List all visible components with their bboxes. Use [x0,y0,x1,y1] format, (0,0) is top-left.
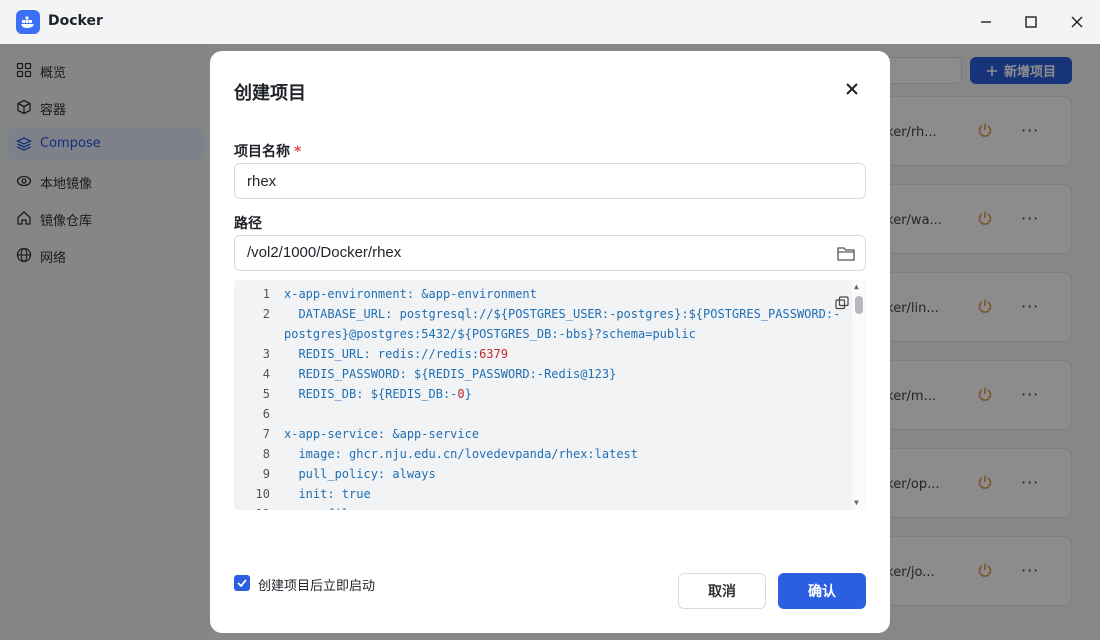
auto-start-checkbox[interactable] [234,575,250,591]
line-number: 5 [262,387,270,401]
code-text-segment: pull_policy: always [284,467,436,481]
line-number: 9 [262,467,270,481]
code-text-segment: postgres}@postgres:5432/${POSTGRES_DB:-b… [284,327,696,341]
code-text-segment: init: true [284,487,371,501]
compose-code-editor[interactable]: 1 x-app-environment: &app-environment 2 DA… [234,280,866,510]
line-number: 6 [262,407,270,421]
code-text: postgres}@postgres:5432/${POSTGRES_DB:-b… [284,324,696,344]
app-title: Docker [48,13,103,29]
check-icon [237,579,247,587]
scrollbar-thumb[interactable] [855,296,863,314]
code-text-segment: env_file: [284,507,363,510]
project-name-input[interactable] [234,163,866,199]
code-text: x-app-environment: &app-environment [284,284,537,304]
copy-icon[interactable] [835,296,849,310]
line-number: 4 [262,367,270,381]
code-text: init: true [284,484,371,504]
code-text: image: ghcr.nju.edu.cn/lovedevpanda/rhex… [284,444,638,464]
line-number: 7 [262,427,270,441]
code-text-segment: x-app-service: &app-service [284,427,480,441]
create-project-dialog: 创建项目 项目名称* 路径 /vol2/1000/Docker/rhex 1 x-… [210,51,890,633]
close-icon[interactable] [842,79,862,99]
scroll-down-icon[interactable]: ▼ [854,498,859,507]
code-text: REDIS_PASSWORD: ${REDIS_PASSWORD:-Redis@… [284,364,616,384]
minimize-icon[interactable] [976,12,996,32]
project-name-label: 项目名称 * [234,141,301,161]
line-number: 8 [262,447,270,461]
editor-scrollbar[interactable] [852,280,866,510]
code-number: 0 [457,387,465,401]
code-text: REDIS_DB: ${REDIS_DB:-0} [284,384,472,404]
code-text: pull_policy: always [284,464,436,484]
code-text: env_file: [284,504,363,510]
project-name-label-text: 项目名称 [234,144,290,160]
code-text: x-app-service: &app-service [284,424,479,444]
title-bar: Docker [0,0,1100,44]
folder-icon[interactable] [837,245,855,261]
line-number: 2 [262,307,270,321]
cancel-button[interactable]: 取消 [678,573,766,609]
path-field[interactable]: /vol2/1000/Docker/rhex [234,235,866,271]
code-text: DATABASE_URL: postgresql://${POSTGRES_US… [284,304,840,324]
code-text-segment: image: ghcr.nju.edu.cn/lovedevpanda/rhex… [284,447,639,461]
path-label: 路径 [234,216,262,232]
line-number: 11 [234,504,270,510]
line-number: 10 [255,487,270,501]
close-window-icon[interactable] [1067,12,1087,32]
maximize-icon[interactable] [1021,12,1041,32]
code-text-segment: REDIS_PASSWORD: ${REDIS_PASSWORD:-Redis@… [284,367,617,381]
line-number: 3 [262,347,270,361]
scroll-up-icon[interactable]: ▲ [854,282,859,291]
path-value: /vol2/1000/Docker/rhex [247,244,402,261]
required-mark: * [294,144,302,160]
confirm-button[interactable]: 确认 [778,573,866,609]
code-text-segment: DATABASE_URL: postgresql://${POSTGRES_US… [284,307,841,321]
code-text-segment: } [464,387,472,401]
code-text-segment: REDIS_URL: redis://redis: [284,347,480,361]
auto-start-label: 创建项目后立即启动 [258,579,376,594]
code-text-segment: x-app-environment: &app-environment [284,287,537,301]
dialog-title: 创建项目 [234,83,306,104]
code-text-segment: REDIS_DB: ${REDIS_DB:- [284,387,458,401]
line-number: 1 [262,287,270,301]
code-text: REDIS_URL: redis://redis:6379 [284,344,508,364]
code-number: 6379 [479,347,508,361]
docker-logo-icon [16,10,40,34]
